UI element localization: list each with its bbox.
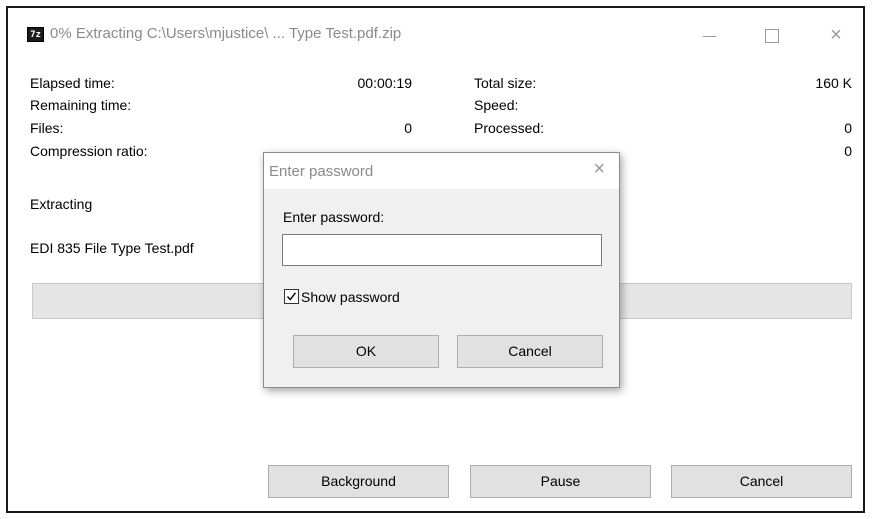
files-label: Files: xyxy=(30,120,64,136)
current-action: Extracting xyxy=(30,196,93,212)
maximize-button[interactable] xyxy=(749,20,795,50)
processed-value: 0 xyxy=(844,120,852,136)
minimize-icon xyxy=(702,35,716,37)
remaining-time-label: Remaining time: xyxy=(30,97,132,113)
total-size-value: 160 K xyxy=(815,75,852,91)
elapsed-time-value: 00:00:19 xyxy=(357,75,413,91)
7zip-app-icon: 7z xyxy=(27,27,44,42)
elapsed-time-label: Elapsed time: xyxy=(30,75,115,91)
close-icon: × xyxy=(830,24,842,46)
dialog-close-button[interactable]: × xyxy=(593,158,605,181)
close-icon: × xyxy=(593,158,605,180)
total-size-label: Total size: xyxy=(474,75,537,91)
window-titlebar[interactable]: 7z 0% Extracting C:\Users\mjustice\ ... … xyxy=(8,8,863,58)
files-value: 0 xyxy=(404,120,412,136)
dialog-cancel-button[interactable]: Cancel xyxy=(457,335,603,368)
pause-button[interactable]: Pause xyxy=(470,465,651,498)
background-button[interactable]: Background xyxy=(268,465,449,498)
ok-button[interactable]: OK xyxy=(293,335,439,368)
minimize-button[interactable] xyxy=(686,20,732,50)
current-filename: EDI 835 File Type Test.pdf xyxy=(30,240,194,256)
window-title: 0% Extracting C:\Users\mjustice\ ... Typ… xyxy=(50,25,402,42)
show-password-label[interactable]: Show password xyxy=(301,289,400,305)
maximize-icon xyxy=(765,29,779,44)
close-button[interactable]: × xyxy=(813,20,859,50)
password-label: Enter password: xyxy=(283,209,385,225)
dialog-titlebar[interactable]: Enter password × xyxy=(264,153,619,189)
speed-label: Speed: xyxy=(474,97,519,113)
processed-label: Processed: xyxy=(474,120,545,136)
password-input[interactable] xyxy=(282,234,602,266)
extraction-window: 7z 0% Extracting C:\Users\mjustice\ ... … xyxy=(6,6,865,513)
enter-password-dialog: Enter password × Enter password: Show pa… xyxy=(263,152,620,388)
show-password-checkbox[interactable] xyxy=(284,289,299,304)
compression-ratio-label: Compression ratio: xyxy=(30,143,148,159)
dialog-title: Enter password xyxy=(269,163,374,180)
compression-ratio-value: 0 xyxy=(844,143,852,159)
checkmark-icon xyxy=(286,292,297,301)
cancel-extraction-button[interactable]: Cancel xyxy=(671,465,852,498)
